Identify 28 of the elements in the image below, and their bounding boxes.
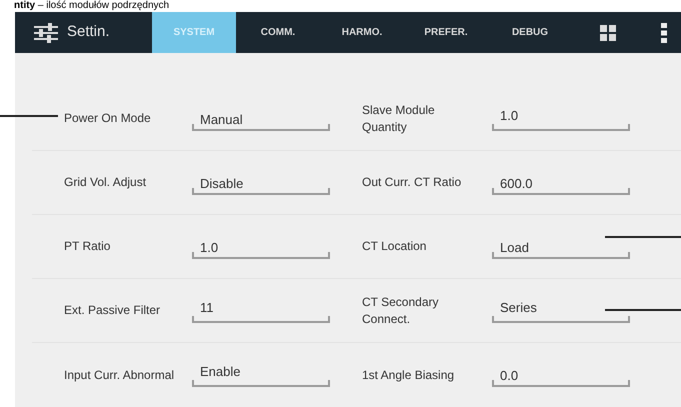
setting-label: Ext. Passive Filter bbox=[64, 302, 162, 319]
setting-label: Slave Module Quantity bbox=[362, 102, 436, 136]
sliders-icon[interactable] bbox=[33, 22, 59, 44]
value-field[interactable]: Disable bbox=[192, 170, 330, 194]
setting-label: CT Location bbox=[362, 238, 428, 255]
value-field[interactable]: 11 bbox=[192, 298, 330, 322]
tab[interactable]: COMM. bbox=[236, 12, 320, 53]
value-field[interactable]: 1.0 bbox=[192, 234, 330, 258]
setting-label: Out Curr. CT Ratio bbox=[362, 174, 462, 191]
value-field[interactable]: Enable bbox=[192, 363, 330, 387]
more-icon[interactable] bbox=[661, 22, 667, 42]
setting-label: Power On Mode bbox=[64, 110, 152, 127]
tab[interactable]: PREFER. bbox=[404, 12, 488, 53]
leader-line bbox=[0, 115, 58, 117]
setting-label: CT Secondary Connect. bbox=[362, 294, 440, 328]
document-caption: ntity – ilość modułów podrzędnych bbox=[14, 0, 170, 12]
tab[interactable]: HARMO. bbox=[320, 12, 404, 53]
tab[interactable]: DEBUG bbox=[488, 12, 572, 53]
value-field[interactable]: 0.0 bbox=[492, 363, 630, 387]
setting-label: Grid Vol. Adjust bbox=[64, 174, 148, 191]
setting-label: PT Ratio bbox=[64, 238, 112, 255]
grid-icon[interactable] bbox=[600, 24, 616, 40]
app-title: Settin. bbox=[67, 22, 110, 42]
value-field[interactable]: Manual bbox=[192, 106, 330, 130]
value-field[interactable]: 1.0 bbox=[492, 106, 630, 130]
value-field[interactable]: 600.0 bbox=[492, 170, 630, 194]
setting-label: 1st Angle Biasing bbox=[362, 366, 456, 384]
setting-label: Input Curr. Abnormal bbox=[64, 366, 176, 384]
